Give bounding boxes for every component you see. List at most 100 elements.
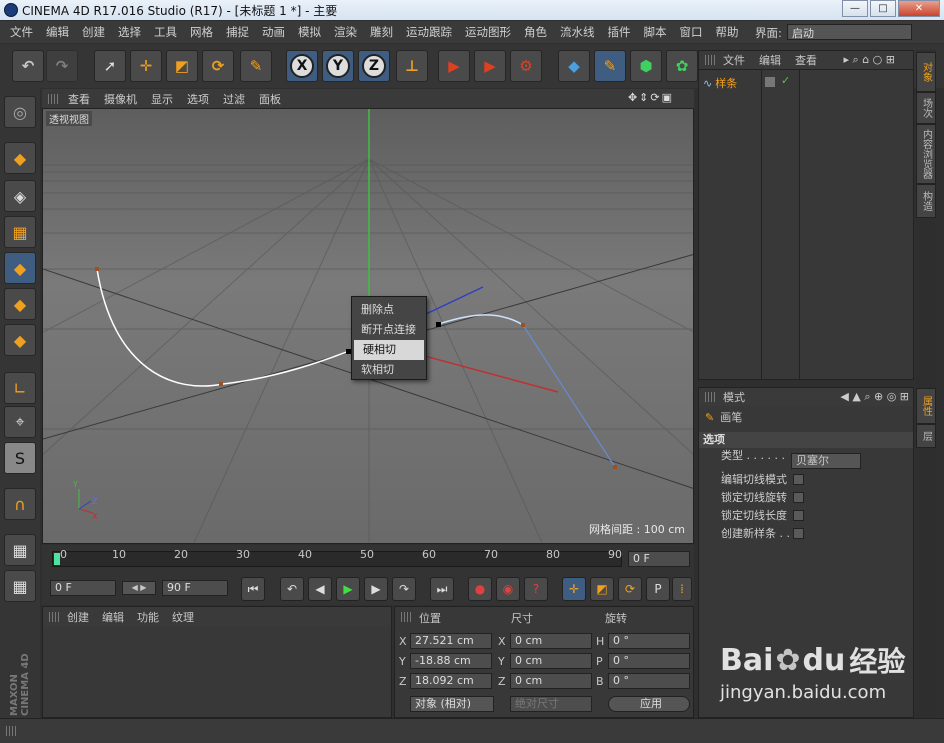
viewport-menu-camera[interactable]: 摄像机 (104, 91, 137, 107)
minimize-button[interactable]: — (842, 0, 868, 17)
axis-y-button[interactable]: Y (322, 50, 354, 82)
menu-motion-tracking[interactable]: 运动跟踪 (406, 24, 452, 40)
timeline[interactable]: 0 10 20 30 40 50 60 70 80 90 0 F (42, 545, 694, 573)
visibility-toggle-icon[interactable] (765, 77, 775, 87)
workplane-lock-button[interactable]: ▦ (4, 534, 36, 566)
size-z-field[interactable]: 0 cm (510, 673, 592, 689)
menu-simulate[interactable]: 模拟 (298, 24, 321, 40)
current-frame-field[interactable]: 0 F (628, 551, 690, 567)
planar-workplane-button[interactable]: ▦ (4, 570, 36, 602)
menu-select[interactable]: 选择 (118, 24, 141, 40)
lock-tangent-length-checkbox[interactable] (793, 509, 804, 521)
object-menu-edit[interactable]: 编辑 (759, 52, 781, 68)
polygons-mode-button[interactable]: ◆ (4, 324, 36, 356)
viewport-menu-filter[interactable]: 过滤 (223, 91, 245, 107)
tab-content-browser[interactable]: 内容浏览器 (916, 124, 936, 184)
menu-sculpt[interactable]: 雕刻 (370, 24, 393, 40)
viewport-menu-view[interactable]: 查看 (68, 91, 90, 107)
snap-button[interactable]: ∩ (4, 488, 36, 520)
context-menu-delete-point[interactable]: 删除点 (352, 300, 426, 320)
viewport-menu-options[interactable]: 选项 (187, 91, 209, 107)
type-select[interactable]: 贝塞尔 (791, 453, 861, 469)
cloner-button[interactable]: ✿ (666, 50, 698, 82)
menu-create[interactable]: 创建 (82, 24, 105, 40)
context-menu-break-segment[interactable]: 断开点连接 (352, 320, 426, 340)
model-mode-button[interactable]: ◆ (4, 142, 36, 174)
workplane-button[interactable]: ▦ (4, 216, 36, 248)
panel-grip-icon[interactable] (705, 55, 717, 65)
menu-pipeline[interactable]: 流水线 (560, 24, 595, 40)
render-view-button[interactable]: ▶ (438, 50, 470, 82)
material-menu-texture[interactable]: 纹理 (172, 609, 194, 625)
key-rotation-button[interactable]: ⟳ (618, 577, 642, 601)
spline-point[interactable] (219, 382, 223, 386)
context-menu-soft-interpolation[interactable]: 软相切 (352, 360, 426, 380)
pen-spline-button[interactable]: ✎ (594, 50, 626, 82)
viewport-menu-panel[interactable]: 面板 (259, 91, 281, 107)
scale-tool-button[interactable]: ◩ (166, 50, 198, 82)
cube-object-button[interactable]: ◆ (558, 50, 590, 82)
panel-grip-icon[interactable] (6, 726, 18, 736)
menu-edit[interactable]: 编辑 (46, 24, 69, 40)
apply-button[interactable]: 应用 (608, 696, 690, 712)
tab-takes[interactable]: 场次 (916, 92, 936, 124)
next-key-button[interactable]: ↷ (392, 577, 416, 601)
spline-point[interactable] (95, 267, 99, 271)
attribute-menu-mode[interactable]: 模式 (723, 389, 745, 405)
panel-grip-icon[interactable] (401, 612, 413, 622)
render-picture-viewer-button[interactable]: ▶ (474, 50, 506, 82)
next-frame-button[interactable]: ▶ (364, 577, 388, 601)
object-row-spline[interactable]: ∿ 样条 (703, 75, 737, 91)
solo-button[interactable]: S (4, 442, 36, 474)
menu-file[interactable]: 文件 (10, 24, 33, 40)
key-pla-button[interactable]: ⁞ (672, 577, 692, 601)
menu-render[interactable]: 渲染 (334, 24, 357, 40)
material-menu-function[interactable]: 功能 (137, 609, 159, 625)
select-tool-button[interactable]: ➚ (94, 50, 126, 82)
rotation-p-field[interactable]: 0 ° (608, 653, 690, 669)
tab-structure[interactable]: 构造 (916, 184, 936, 218)
record-button[interactable]: ● (468, 577, 492, 601)
points-mode-button[interactable]: ◆ (4, 252, 36, 284)
start-frame-field[interactable]: 0 F (50, 580, 116, 596)
go-to-end-button[interactable]: ⏭ (430, 577, 454, 601)
enabled-check-icon[interactable]: ✓ (781, 74, 790, 87)
edges-mode-button[interactable]: ◆ (4, 288, 36, 320)
attribute-nav-icons[interactable]: ◀ ▲ ⌕ ⊕ ◎ ⊞ (840, 390, 909, 404)
lock-tangent-rotation-checkbox[interactable] (793, 491, 804, 503)
autokey-button[interactable]: ◉ (496, 577, 520, 601)
object-menu-view[interactable]: 查看 (795, 52, 817, 68)
end-frame-field[interactable]: 90 F (162, 580, 228, 596)
menu-mograph[interactable]: 运动图形 (465, 24, 511, 40)
key-scale-button[interactable]: ◩ (590, 577, 614, 601)
make-editable-button[interactable]: ◎ (4, 96, 36, 128)
position-y-field[interactable]: -18.88 cm (410, 653, 492, 669)
pen-tool-button[interactable]: ✎ (240, 50, 272, 82)
menu-tools[interactable]: 工具 (154, 24, 177, 40)
undo-button[interactable]: ↶ (12, 50, 44, 82)
material-menu-create[interactable]: 创建 (67, 609, 89, 625)
edit-tangent-mode-checkbox[interactable] (793, 473, 804, 485)
tweak-mode-button[interactable]: ⌖ (4, 406, 36, 438)
tangent-handle-point[interactable] (613, 465, 617, 469)
size-y-field[interactable]: 0 cm (510, 653, 592, 669)
previous-key-button[interactable]: ↶ (280, 577, 304, 601)
panel-grip-icon[interactable] (705, 392, 717, 402)
move-tool-button[interactable]: ✛ (130, 50, 162, 82)
position-x-field[interactable]: 27.521 cm (410, 633, 492, 649)
size-x-field[interactable]: 0 cm (510, 633, 592, 649)
rotate-tool-button[interactable]: ⟳ (202, 50, 234, 82)
menu-character[interactable]: 角色 (524, 24, 547, 40)
menu-mesh[interactable]: 网格 (190, 24, 213, 40)
panel-grip-icon[interactable] (48, 94, 60, 104)
coord-mode-select[interactable]: 对象 (相对) (410, 696, 494, 712)
axis-mode-button[interactable]: ∟ (4, 372, 36, 404)
axis-x-button[interactable]: X (286, 50, 318, 82)
spline-point[interactable] (521, 323, 525, 327)
close-button[interactable]: ✕ (898, 0, 940, 17)
material-menu-edit[interactable]: 编辑 (102, 609, 124, 625)
create-new-spline-checkbox[interactable] (793, 527, 804, 539)
position-z-field[interactable]: 18.092 cm (410, 673, 492, 689)
timeline-ruler[interactable] (52, 551, 622, 567)
menu-snap[interactable]: 捕捉 (226, 24, 249, 40)
